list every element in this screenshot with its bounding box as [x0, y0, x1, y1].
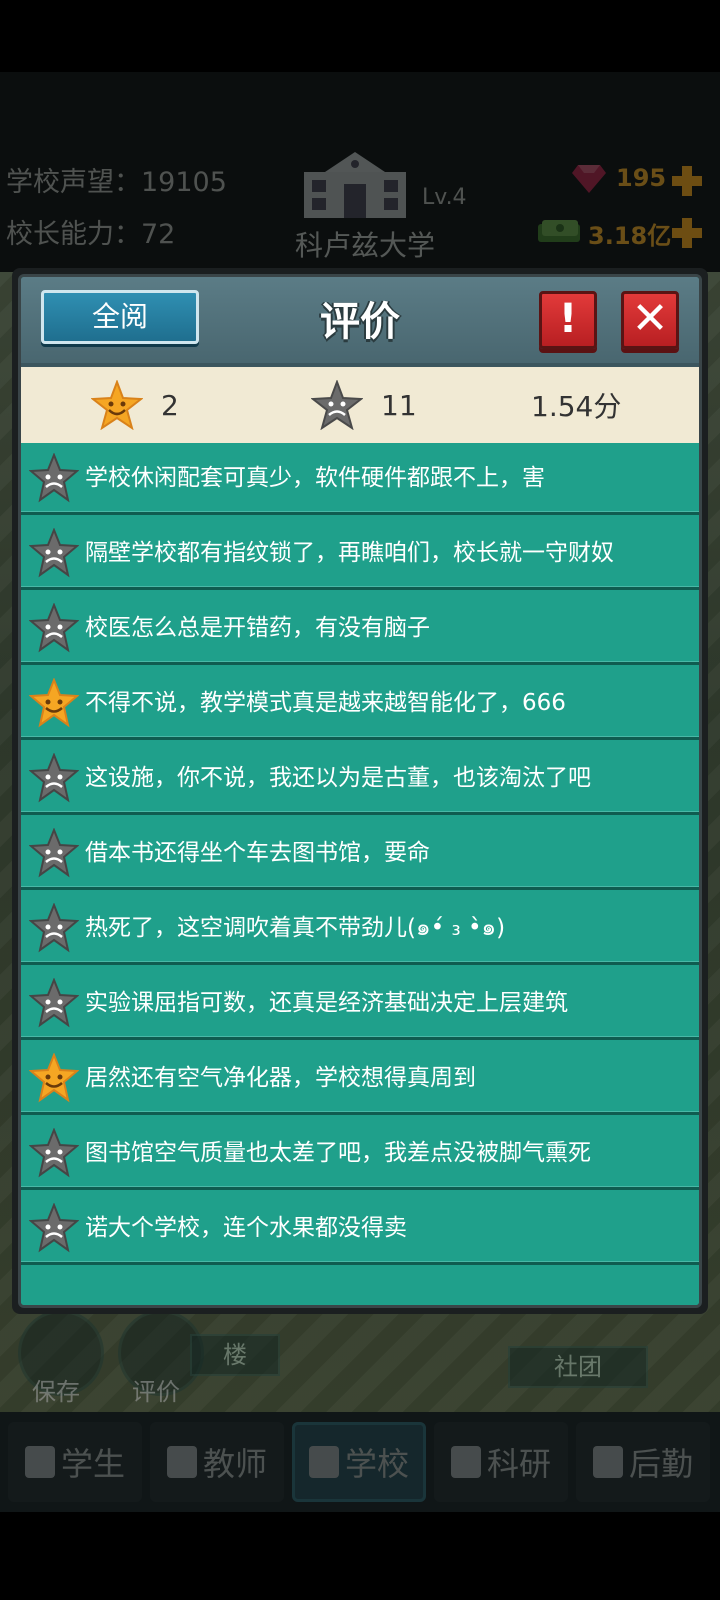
review-item[interactable]: 实验课屈指可数，还真是经济基础决定上层建筑: [21, 968, 699, 1040]
review-item[interactable]: 居然还有空气净化器，学校想得真周到: [21, 1043, 699, 1115]
exclamation-icon: !: [558, 296, 578, 342]
review-item[interactable]: 热死了，这空调吹着真不带劲儿(๑•́ ₃ •̀๑): [21, 893, 699, 965]
sad-star-icon: [29, 603, 79, 653]
report-button[interactable]: !: [539, 291, 597, 349]
review-text: 这设施，你不说，我还以为是古董，也该淘汰了吧: [85, 765, 591, 791]
review-list[interactable]: 学校休闲配套可真少，软件硬件都跟不上，害隔壁学校都有指纹锁了，再瞧咱们，校长就一…: [21, 443, 699, 1305]
review-text: 热死了，这空调吹着真不带劲儿(๑•́ ₃ •̀๑): [85, 915, 506, 941]
review-item[interactable]: 这设施，你不说，我还以为是古董，也该淘汰了吧: [21, 743, 699, 815]
sad-star-icon: [29, 828, 79, 878]
happy-star-icon: [29, 678, 79, 728]
rating-summary: 2 11 1.54分: [21, 367, 699, 443]
review-text: 实验课屈指可数，还真是经济基础决定上层建筑: [85, 990, 568, 1016]
bad-count: 11: [381, 388, 417, 422]
dialog-title: 评价: [320, 299, 400, 345]
review-dialog: 全阅 评价 ! ✕ 2 11 1.54分 学校休闲配套可真少，软件硬件都跟不上，…: [12, 268, 708, 1314]
review-item[interactable]: 借本书还得坐个车去图书馆，要命: [21, 818, 699, 890]
close-button[interactable]: ✕: [621, 291, 679, 349]
review-text: 居然还有空气净化器，学校想得真周到: [85, 1065, 476, 1091]
good-rating-stat: 2: [91, 367, 179, 443]
system-nav-bar: [0, 1512, 720, 1600]
review-item[interactable]: 校医怎么总是开错药，有没有脑子: [21, 593, 699, 665]
review-text: 学校休闲配套可真少，软件硬件都跟不上，害: [85, 465, 545, 491]
review-item-partial: [21, 1268, 699, 1305]
review-text: 图书馆空气质量也太差了吧，我差点没被脚气熏死: [85, 1140, 591, 1166]
sad-star-icon: [29, 1128, 79, 1178]
review-item[interactable]: 图书馆空气质量也太差了吧，我差点没被脚气熏死: [21, 1118, 699, 1190]
status-bar: [0, 0, 720, 72]
review-item[interactable]: 学校休闲配套可真少，软件硬件都跟不上，害: [21, 443, 699, 515]
sad-star-icon: [29, 1203, 79, 1253]
review-text: 校医怎么总是开错药，有没有脑子: [85, 615, 430, 641]
good-count: 2: [161, 388, 179, 422]
review-text: 诺大个学校，连个水果都没得卖: [85, 1215, 407, 1241]
close-icon: ✕: [631, 293, 669, 344]
score: 1.54分: [531, 390, 622, 423]
review-item[interactable]: 诺大个学校，连个水果都没得卖: [21, 1193, 699, 1265]
sad-star-icon: [29, 753, 79, 803]
review-text: 隔壁学校都有指纹锁了，再瞧咱们，校长就一守财奴: [85, 540, 614, 566]
review-item[interactable]: 不得不说，教学模式真是越来越智能化了，666: [21, 668, 699, 740]
sad-star-icon: [29, 903, 79, 953]
sad-star-icon: [311, 380, 363, 430]
review-text: 借本书还得坐个车去图书馆，要命: [85, 840, 430, 866]
dialog-header: 全阅 评价 ! ✕: [21, 277, 699, 373]
review-text: 不得不说，教学模式真是越来越智能化了，666: [85, 690, 566, 716]
sad-star-icon: [29, 978, 79, 1028]
happy-star-icon: [29, 1053, 79, 1103]
happy-star-icon: [91, 380, 143, 430]
bad-rating-stat: 11: [311, 367, 417, 443]
sad-star-icon: [29, 528, 79, 578]
review-item[interactable]: 隔壁学校都有指纹锁了，再瞧咱们，校长就一守财奴: [21, 518, 699, 590]
sad-star-icon: [29, 453, 79, 503]
